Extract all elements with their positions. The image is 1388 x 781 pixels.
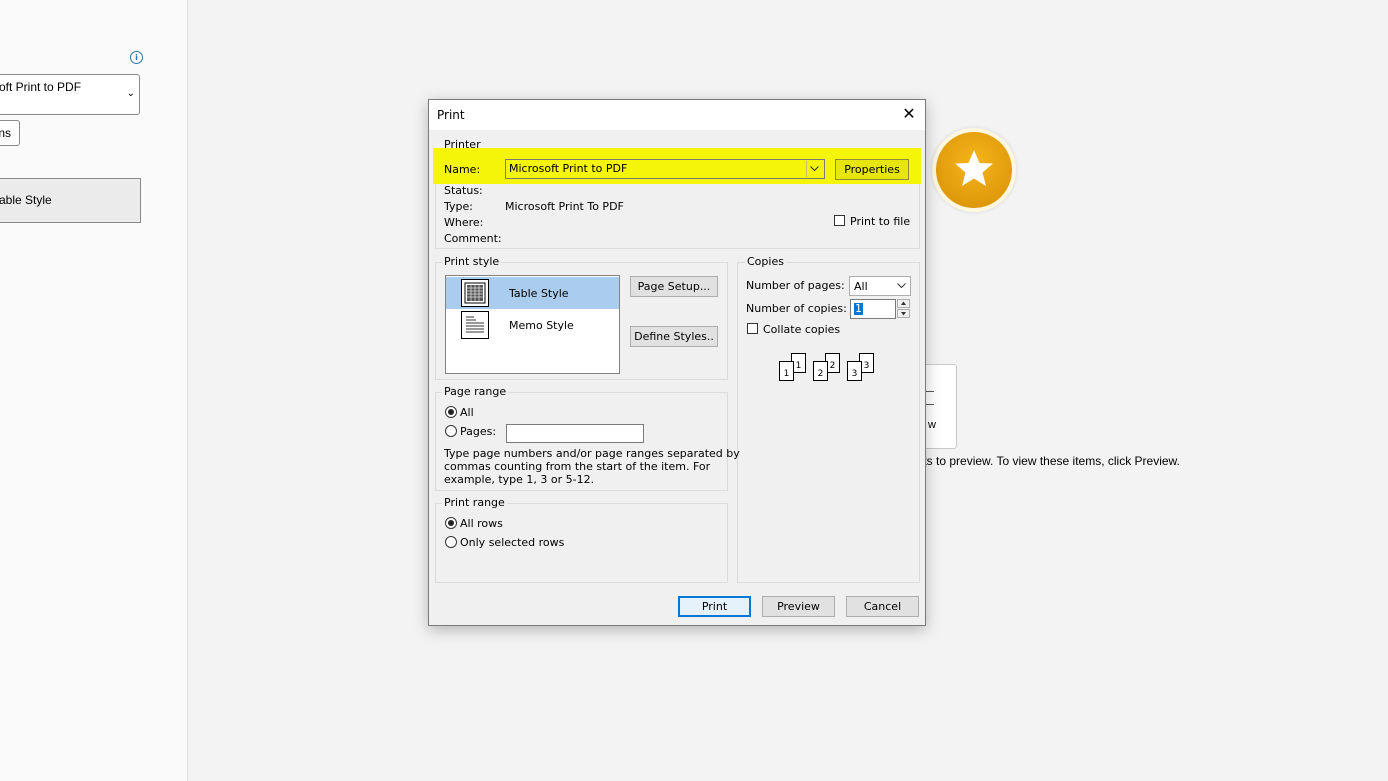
dialog-titlebar: Print ✕ [429,100,925,130]
memo-style-icon [461,311,489,339]
where-label: Where: [444,216,484,229]
num-copies-input[interactable]: 1 [850,299,896,319]
properties-button[interactable]: Properties [835,159,909,180]
star-icon [955,150,993,186]
style-item-table[interactable]: Table Style [446,277,619,309]
copies-group-label: Copies [745,255,786,268]
page-range-all-label[interactable]: All [460,406,474,419]
star-badge [932,128,1016,212]
num-pages-label: Number of pages: [746,279,845,292]
preview-button-label: w [928,419,936,431]
chevron-down-icon[interactable] [806,161,823,177]
num-pages-combo[interactable]: All [849,276,911,296]
type-value: Microsoft Print To PDF [505,200,624,213]
page-range-help-2: commas counting from the start of the it… [444,460,711,473]
style-item-memo[interactable]: Memo Style [446,309,619,341]
num-copies-spinner[interactable] [897,299,910,319]
pages-input[interactable] [506,424,644,443]
collate-copies-label[interactable]: Collate copies [763,323,840,336]
printer-name-combo[interactable]: Microsoft Print to PDF [505,159,825,179]
cancel-button[interactable]: Cancel [846,596,919,617]
print-range-group-label: Print range [442,496,507,509]
collate-page: 2 [813,361,828,381]
print-style-list[interactable]: Table Style Memo Style [445,275,620,374]
spin-down-icon[interactable] [897,309,910,318]
comment-label: Comment: [444,232,502,245]
spin-up-icon[interactable] [897,299,910,308]
print-settings-panel: i oft Print to PDF ⌄ ns able Style [0,0,188,781]
selected-rows-label[interactable]: Only selected rows [460,536,564,549]
page-range-all-radio[interactable] [445,406,457,418]
selected-rows-radio[interactable] [445,536,457,548]
status-label: Status: [444,184,483,197]
preview-dialog-button[interactable]: Preview [762,596,835,617]
type-label: Type: [444,200,473,213]
preview-hint-text: ments to preview. To view these items, c… [900,454,1180,468]
num-copies-label: Number of copies: [746,302,847,315]
dialog-title: Print [437,108,465,122]
collate-page: 1 [779,361,794,381]
page-range-pages-radio[interactable] [445,425,457,437]
page-range-group-label: Page range [442,385,509,398]
close-icon[interactable]: ✕ [901,105,917,123]
page-setup-button[interactable]: Page Setup... [630,276,718,297]
printer-name-label: Name: [444,163,481,176]
print-dialog: Print ✕ Printer Name: Microsoft Print to… [428,99,926,626]
print-options-button[interactable]: ns [0,120,20,146]
collate-copies-checkbox[interactable] [747,323,758,334]
page-range-help-3: example, type 1, 3 or 5-12. [444,473,595,486]
print-button[interactable]: Print [678,596,751,617]
all-rows-label[interactable]: All rows [460,517,503,530]
num-copies-value: 1 [854,302,863,315]
print-to-file-checkbox[interactable] [834,215,845,226]
printer-name-value: Microsoft Print to PDF [509,162,628,175]
num-pages-value: All [854,280,868,293]
print-to-file-label[interactable]: Print to file [850,215,910,228]
info-icon[interactable]: i [130,51,143,64]
print-style-group-label: Print style [442,255,502,268]
all-rows-radio[interactable] [445,517,457,529]
collate-page: 3 [847,361,862,381]
printer-dropdown-value: oft Print to PDF [0,80,82,94]
printer-dropdown[interactable]: oft Print to PDF ⌄ [0,74,140,115]
page-range-help-1: Type page numbers and/or page ranges sep… [444,447,740,460]
chevron-down-icon [897,283,906,289]
chevron-down-icon: ⌄ [126,88,135,99]
table-style-icon [461,279,489,307]
style-item-label: Memo Style [509,319,574,332]
page-range-pages-label[interactable]: Pages: [460,425,496,438]
style-item-label: Table Style [509,287,569,300]
print-style-table-style[interactable]: able Style [0,178,141,223]
define-styles-button[interactable]: Define Styles.. [630,326,718,347]
